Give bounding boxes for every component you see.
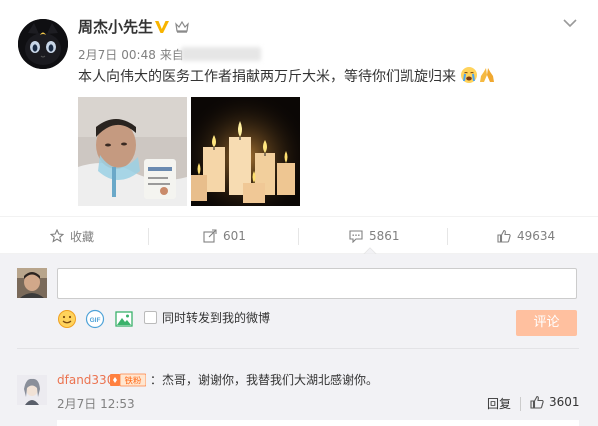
post-image-1[interactable] (78, 97, 187, 206)
post-date[interactable]: 2月7日 (78, 48, 117, 62)
chevron-down-icon[interactable] (562, 17, 578, 29)
repost-count: 601 (223, 229, 246, 243)
gif-icon[interactable]: GIF (85, 309, 105, 329)
like-count: 49634 (517, 229, 556, 243)
my-avatar[interactable] (17, 268, 47, 298)
also-repost-label[interactable]: 同时转发到我的微博 (162, 309, 270, 327)
comment-text: ：杰哥，谢谢你，我替我们大湖北感谢你。 (150, 373, 379, 387)
divider (17, 348, 579, 349)
post-text: 本人向伟大的医务工作者捐献两万斤大米，等待你们凯旋归来 (78, 66, 496, 88)
like-button[interactable]: 49634 (497, 217, 555, 255)
also-repost-checkbox[interactable] (144, 311, 157, 324)
reply-button[interactable]: 回复 (487, 396, 511, 412)
comment-like-count: 3601 (549, 395, 580, 409)
post-meta: 2月7日 00:48 来自 (78, 47, 188, 63)
weibo-post: 周杰小先生 2月7日 00:48 来自 本人向伟大的医务工作者捐献两万斤大米，等待你… (0, 0, 598, 216)
post-image-2[interactable] (191, 97, 300, 206)
crown-icon[interactable] (175, 21, 189, 33)
crying-emoji-icon (461, 67, 478, 83)
user-avatar[interactable] (18, 19, 68, 69)
fan-badge-icon[interactable]: 铁粉 (110, 373, 146, 387)
smiley-icon[interactable] (57, 309, 77, 329)
post-username[interactable]: 周杰小先生 (78, 17, 153, 37)
next-comment-peek (57, 420, 579, 426)
star-icon (50, 229, 64, 243)
pray-emoji-icon (480, 68, 495, 82)
action-divider (298, 228, 299, 245)
comment-date: 2月7日 (57, 397, 97, 411)
action-divider (148, 228, 149, 245)
post-action-bar: 收藏 601 5861 49634 (0, 216, 598, 254)
favorite-button[interactable]: 收藏 (50, 217, 94, 255)
comment-bubble-icon (349, 230, 363, 243)
source-redacted (181, 47, 261, 61)
vip-badge-icon[interactable] (153, 18, 171, 36)
comment-time: 12:53 (100, 397, 135, 411)
repost-button[interactable]: 601 (203, 217, 246, 255)
commenter-username[interactable]: dfand330 (57, 372, 114, 388)
thumbs-up-icon (530, 395, 544, 409)
action-divider (520, 397, 521, 411)
post-time[interactable]: 00:48 (121, 48, 156, 62)
action-divider (447, 228, 448, 245)
fan-badge-label: 铁粉 (124, 376, 142, 387)
submit-comment-button[interactable]: 评论 (516, 310, 577, 336)
thumbs-up-icon (497, 229, 511, 243)
comment-panel: GIF 同时转发到我的微博 评论 dfand330 铁粉 ：杰哥，谢谢你，我替我… (0, 247, 598, 426)
share-icon (203, 229, 217, 243)
commenter-avatar[interactable] (17, 375, 47, 405)
comment-count: 5861 (369, 229, 400, 243)
favorite-label: 收藏 (70, 229, 95, 244)
post-text-body: 本人向伟大的医务工作者捐献两万斤大米，等待你们凯旋归来 (78, 69, 456, 85)
gif-label: GIF (90, 317, 101, 324)
comment-like-button[interactable]: 3601 (530, 394, 580, 410)
panel-pointer (363, 247, 377, 254)
image-icon[interactable] (114, 309, 134, 329)
comment-timestamp: 2月7日 12:53 (57, 396, 135, 412)
comment-input[interactable] (57, 268, 577, 299)
